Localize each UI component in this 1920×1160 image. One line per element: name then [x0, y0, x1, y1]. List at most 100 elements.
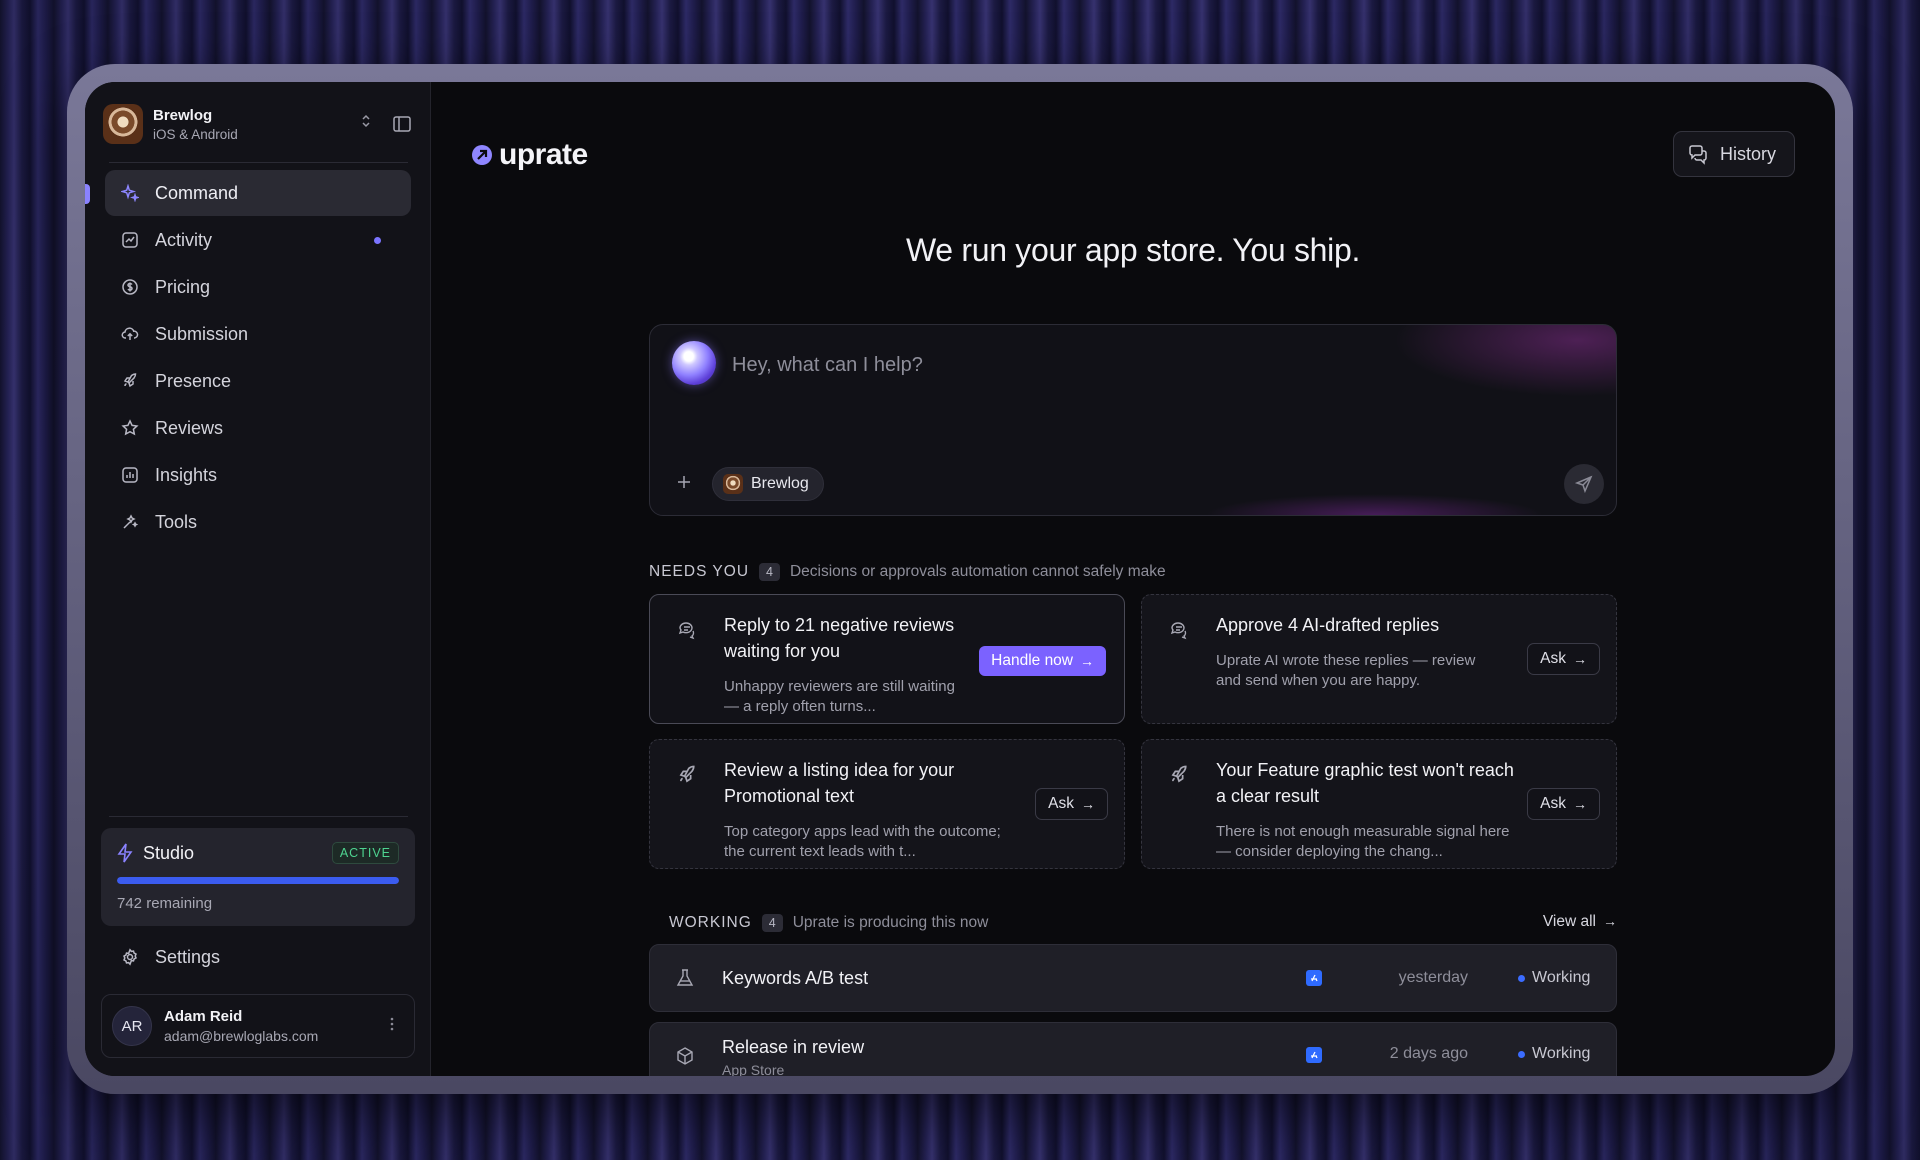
needs-you-header: NEEDS YOU 4 Decisions or approvals autom…: [649, 563, 1166, 581]
sidebar-item-command[interactable]: Command: [105, 170, 411, 216]
sidebar-item-settings-wrapper: Settings: [105, 934, 411, 981]
button-label: Ask: [1540, 795, 1566, 812]
card-title: Reply to 21 negative reviews waiting for…: [724, 615, 955, 661]
studio-plan-card[interactable]: Studio ACTIVE 742 remaining: [101, 828, 415, 926]
sidebar-item-settings[interactable]: Settings: [105, 934, 411, 980]
chevron-up-down-icon[interactable]: [355, 113, 377, 135]
status-label: Working: [1532, 969, 1591, 986]
row-subtitle: App Store: [722, 1062, 785, 1076]
task-card[interactable]: Your Feature graphic test won't reach a …: [1141, 739, 1617, 869]
sidebar-toggle-icon[interactable]: [391, 113, 413, 135]
star-icon: [119, 417, 141, 439]
arrow-right-icon: →: [1573, 651, 1587, 667]
gear-icon: [119, 946, 141, 968]
working-header: WORKING 4 Uprate is producing this now: [669, 914, 988, 932]
ask-button[interactable]: Ask →: [1527, 643, 1600, 675]
status-indicator: Working: [1518, 1045, 1602, 1063]
main-content: uprate History We run your app store. Yo…: [431, 82, 1835, 1076]
rocket-icon: [119, 370, 141, 392]
sidebar-item-tools[interactable]: Tools: [105, 499, 411, 545]
card-title: Your Feature graphic test won't reach a …: [1216, 760, 1514, 806]
sidebar-item-label: Insights: [155, 464, 218, 485]
bolt-icon: [117, 843, 133, 863]
active-indicator: [85, 184, 90, 204]
card-title: Review a listing idea for your Promotion…: [724, 760, 955, 806]
view-all-label: View all: [1542, 913, 1596, 930]
sidebar-item-label: Submission: [155, 323, 249, 344]
sidebar-divider: [109, 162, 408, 163]
card-description: Unhappy reviewers are still waiting — a …: [724, 678, 955, 715]
arrow-right-icon: →: [1080, 653, 1094, 669]
arrow-right-icon: →: [1603, 913, 1617, 929]
more-options-icon[interactable]: [380, 1017, 404, 1036]
card-description: There is not enough measurable signal he…: [1216, 823, 1510, 860]
sidebar-item-label: Tools: [155, 511, 198, 532]
section-description: Decisions or approvals automation cannot…: [789, 563, 1166, 580]
count-badge: 4: [759, 563, 780, 581]
sidebar-divider: [109, 816, 408, 817]
chat-icon: [1168, 619, 1190, 641]
chat-composer: Brewlog: [649, 324, 1617, 516]
status-label: Working: [1532, 1045, 1591, 1062]
section-title: NEEDS YOU: [649, 563, 750, 580]
status-indicator: Working: [1518, 969, 1602, 987]
task-card[interactable]: Reply to 21 negative reviews waiting for…: [649, 594, 1125, 724]
status-badge: ACTIVE: [331, 842, 399, 864]
button-label: Handle now: [991, 652, 1073, 669]
app-store-icon: [1306, 1047, 1322, 1063]
row-timestamp: yesterday: [1398, 969, 1468, 986]
app-icon: [723, 474, 743, 494]
app-switcher[interactable]: Brewlog iOS & Android: [103, 96, 413, 152]
bar-chart-icon: [119, 464, 141, 486]
sidebar-item-submission[interactable]: Submission: [105, 311, 411, 357]
button-label: Ask: [1540, 650, 1566, 667]
button-label: Ask: [1048, 795, 1074, 812]
hero-heading: We run your app store. You ship.: [905, 232, 1361, 268]
activity-icon: [119, 229, 141, 251]
task-card[interactable]: Review a listing idea for your Promotion…: [649, 739, 1125, 869]
row-timestamp: 2 days ago: [1389, 1045, 1468, 1062]
ask-button[interactable]: Ask →: [1527, 788, 1600, 820]
view-all-link[interactable]: View all →: [1543, 913, 1617, 931]
send-icon: [1575, 475, 1593, 493]
assistant-orb-icon: [672, 341, 716, 385]
card-title: Approve 4 AI-drafted replies: [1216, 615, 1440, 635]
chat-icon: [676, 619, 698, 641]
remaining-count: 742 remaining: [117, 895, 213, 912]
app-platforms: iOS & Android: [153, 126, 238, 142]
app-context-chip[interactable]: Brewlog: [712, 467, 824, 501]
arrow-right-icon: →: [1081, 796, 1095, 812]
package-icon: [674, 1045, 696, 1067]
history-button[interactable]: History: [1672, 131, 1795, 177]
row-title: Keywords A/B test: [722, 967, 869, 988]
handle-now-button[interactable]: Handle now →: [979, 646, 1106, 676]
user-account-card[interactable]: AR Adam Reid adam@brewloglabs.com: [101, 994, 415, 1058]
user-name: Adam Reid: [164, 1008, 243, 1025]
chip-label: Brewlog: [751, 475, 809, 492]
user-email: adam@brewloglabs.com: [164, 1028, 319, 1044]
usage-progress-bar: [117, 877, 399, 884]
usage-progress-fill: [117, 877, 399, 884]
app-name: Brewlog: [153, 106, 213, 124]
sidebar-item-activity[interactable]: Activity: [105, 217, 411, 263]
sidebar-item-label: Activity: [155, 229, 213, 250]
sidebar-nav: Command Activity Pricing Submission Pres…: [105, 170, 411, 546]
status-dot: [1518, 974, 1525, 982]
table-row[interactable]: Keywords A/B test yesterday Working: [649, 944, 1617, 1012]
app-icon: [103, 104, 143, 144]
sidebar-item-reviews[interactable]: Reviews: [105, 405, 411, 451]
app-window: Brewlog iOS & Android Command Activity P…: [85, 82, 1835, 1076]
app-store-icon: [1306, 970, 1322, 986]
sidebar-item-pricing[interactable]: Pricing: [105, 264, 411, 310]
chat-input[interactable]: [732, 345, 1432, 385]
add-attachment-icon[interactable]: [672, 472, 696, 496]
send-button[interactable]: [1564, 464, 1604, 504]
ask-button[interactable]: Ask →: [1035, 788, 1108, 820]
sidebar-item-insights[interactable]: Insights: [105, 452, 411, 498]
table-row[interactable]: Release in review App Store 2 days ago W…: [649, 1022, 1617, 1076]
notification-dot: [374, 236, 381, 244]
sidebar-item-presence[interactable]: Presence: [105, 358, 411, 404]
sidebar-item-label: Settings: [155, 946, 221, 967]
task-card[interactable]: Approve 4 AI-drafted replies Uprate AI w…: [1141, 594, 1617, 724]
avatar: AR: [112, 1006, 152, 1046]
